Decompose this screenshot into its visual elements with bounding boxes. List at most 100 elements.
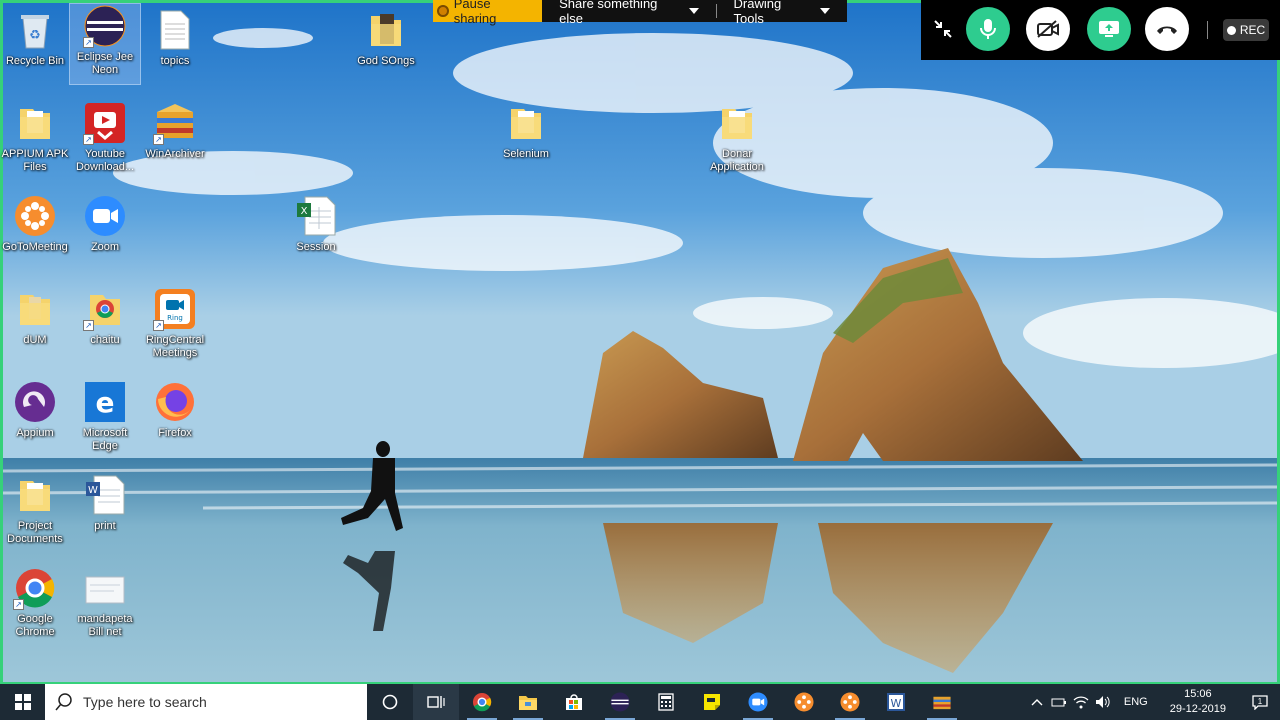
chrome-icon (472, 692, 492, 712)
taskbar-store[interactable] (551, 684, 597, 720)
desktop-icon-label: Firefox (158, 427, 192, 439)
search-placeholder: Type here to search (83, 694, 207, 710)
action-center-button[interactable]: 1 (1240, 694, 1280, 710)
system-tray: ENG 15:06 29-12-2019 1 (1026, 684, 1280, 720)
desktop-icon-gotomeeting[interactable]: GoToMeeting (0, 194, 70, 254)
desktop-icon-topics[interactable]: topics (140, 8, 210, 68)
svg-text:X: X (301, 206, 308, 217)
gotomeeting-icon (794, 692, 814, 712)
clock[interactable]: 15:06 29-12-2019 (1156, 687, 1240, 717)
desktop-icon-label: Donar Application (710, 148, 764, 173)
desktop-icon-firefox[interactable]: Firefox (140, 380, 210, 440)
taskbar-sticky-notes[interactable] (689, 684, 735, 720)
pause-sharing-button[interactable]: Pause sharing (433, 0, 543, 26)
shortcut-arrow-icon: ↗ (153, 134, 164, 145)
task-view-icon (427, 696, 445, 708)
rec-label: REC (1239, 23, 1266, 37)
appium-icon (13, 380, 57, 424)
winarchiver-icon: ↗ (153, 101, 197, 145)
camera-off-icon (1037, 20, 1059, 38)
desktop-icon-label: Google Chrome (15, 613, 55, 638)
folder-icon (13, 473, 57, 517)
folder-icon (364, 8, 408, 52)
chrome-icon: ↗ (13, 566, 57, 610)
taskbar-chrome[interactable] (459, 684, 505, 720)
desktop-icon-selenium[interactable]: Selenium (491, 101, 561, 161)
taskbar: Type here to search W ENG 15:06 29-12-20… (0, 682, 1280, 720)
desktop-icon-session[interactable]: X Session (281, 194, 351, 254)
desktop-icon-label: Appium (16, 427, 54, 439)
eclipse-icon (610, 692, 630, 712)
desktop-icon-label: APPIUM APK Files (1, 148, 69, 173)
taskbar-search-box[interactable]: Type here to search (45, 684, 367, 720)
exit-fullscreen-button[interactable] (921, 7, 965, 51)
taskbar-word[interactable]: W (873, 684, 919, 720)
desktop-icon-god-songs[interactable]: God SOngs (351, 8, 421, 68)
desktop-icon-microsoft-edge[interactable]: e Microsoft Edge (70, 380, 140, 453)
shortcut-arrow-icon: ↗ (83, 320, 94, 331)
camera-button[interactable] (1026, 7, 1070, 51)
desktop-icon-appium[interactable]: Appium (0, 380, 70, 440)
desktop-icon-donar-application[interactable]: Donar Application (702, 101, 772, 174)
recording-indicator[interactable]: REC (1223, 19, 1269, 41)
zoom-icon (83, 194, 127, 238)
sticky-notes-icon (704, 694, 720, 710)
cortana-button[interactable] (367, 684, 413, 720)
desktop-icon-eclipse[interactable]: ↗ Eclipse Jee Neon (69, 3, 141, 85)
desktop-icon-appium-apk-files[interactable]: APPIUM APK Files (0, 101, 70, 174)
taskbar-file-explorer[interactable] (505, 684, 551, 720)
controls-divider (1207, 21, 1208, 39)
battery-button[interactable] (1048, 696, 1070, 708)
desktop-icon-recycle-bin[interactable]: ♻ Recycle Bin (0, 8, 70, 68)
taskbar-zoom[interactable] (735, 684, 781, 720)
zoom-icon (748, 692, 768, 712)
network-button[interactable] (1070, 695, 1092, 709)
drawing-tools-button[interactable]: Drawing Tools (717, 0, 847, 26)
desktop-icon-winarchiver[interactable]: ↗ WinArchiver (140, 101, 210, 161)
task-view-button[interactable] (413, 684, 459, 720)
desktop-icon-label: topics (160, 55, 190, 67)
desktop-icon-mandapeta-bill-net[interactable]: mandapeta Bill net (70, 566, 140, 639)
end-call-button[interactable] (1145, 7, 1189, 51)
desktop-icon-label: RingCentral Meetings (145, 334, 205, 359)
recycle-bin-icon: ♻ (13, 8, 57, 52)
folder-icon (13, 101, 57, 145)
desktop-icon-print[interactable]: W print (70, 473, 140, 533)
desktop-icon-google-chrome[interactable]: ↗ Google Chrome (0, 566, 70, 639)
desktop-icon-chaitu[interactable]: ↗ chaitu (70, 287, 140, 347)
store-icon (566, 694, 582, 710)
windows-logo-icon (14, 694, 31, 710)
ringcentral-icon: Ring ↗ (153, 287, 197, 331)
desktop-icon-label: GoToMeeting (2, 241, 68, 253)
taskbar-winarchiver[interactable] (919, 684, 965, 720)
desktop-icon-label: Project Documents (7, 520, 63, 545)
share-something-else-button[interactable]: Share something else (542, 0, 715, 26)
folder-icon (504, 101, 548, 145)
show-hidden-icons-button[interactable] (1026, 698, 1048, 706)
microphone-button[interactable] (966, 7, 1010, 51)
word-icon: W (887, 693, 905, 711)
screen-share-icon (1099, 21, 1119, 37)
desktop-icon-project-documents[interactable]: Project Documents (0, 473, 70, 546)
desktop-icon-ringcentral-meetings[interactable]: Ring ↗ RingCentral Meetings (140, 287, 210, 360)
start-button[interactable] (0, 684, 45, 720)
screen-share-button[interactable] (1087, 7, 1131, 51)
notification-icon: 1 (1252, 695, 1268, 710)
taskbar-gotomeeting-2[interactable] (827, 684, 873, 720)
wifi-icon (1073, 696, 1089, 709)
taskbar-gotomeeting[interactable] (781, 684, 827, 720)
desktop-icon-dum[interactable]: dUM (0, 287, 70, 347)
taskbar-calculator[interactable] (643, 684, 689, 720)
desktop-icon-label: print (94, 520, 116, 532)
volume-button[interactable] (1092, 695, 1114, 709)
desktop-icon-label: WinArchiver (145, 148, 205, 160)
desktop-icon-label: Eclipse Jee Neon (76, 51, 134, 76)
desktop-icon-label: God SOngs (357, 55, 415, 67)
desktop-icon-youtube-downloader[interactable]: ↗ Youtube Download... (70, 101, 140, 174)
desktop-icon-label: Recycle Bin (5, 55, 65, 67)
input-language-indicator[interactable]: ENG (1114, 696, 1156, 708)
desktop-icon-zoom[interactable]: Zoom (70, 194, 140, 254)
clock-date: 29-12-2019 (1169, 703, 1226, 715)
taskbar-eclipse[interactable] (597, 684, 643, 720)
svg-text:1: 1 (1258, 697, 1263, 706)
